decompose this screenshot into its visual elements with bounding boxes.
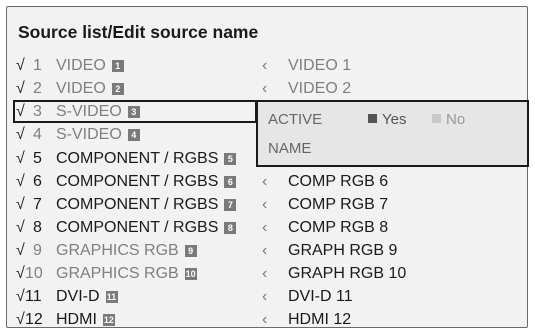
source-number: 2 — [33, 80, 42, 97]
active-check-icon: √ — [16, 242, 25, 259]
source-name-text: COMPONENT / RGBS — [56, 219, 219, 236]
source-key-badge-icon: 6 — [224, 176, 237, 188]
source-name-text: COMPONENT / RGBS — [56, 196, 219, 213]
active-check-icon: √ — [16, 311, 25, 328]
source-row-9[interactable]: √ 9 GRAPHICS RGB 9 ‹ GRAPH RGB 9 — [0, 242, 535, 264]
source-name: HDMI 12 — [56, 311, 115, 329]
source-row-8[interactable]: √ 8 COMPONENT / RGBS 8 ‹ COMP RGB 8 — [0, 219, 535, 241]
source-name: COMPONENT / RGBS 6 — [56, 173, 237, 191]
source-name-text: COMPONENT / RGBS — [56, 173, 219, 190]
source-number: 8 — [33, 219, 42, 236]
source-name: DVI-D 11 — [56, 288, 118, 306]
chevron-left-icon: ‹ — [262, 219, 268, 236]
source-name: COMPONENT / RGBS 8 — [56, 219, 237, 237]
source-name-text: GRAPHICS RGB — [56, 242, 179, 259]
source-key-badge-icon: 4 — [127, 129, 140, 141]
source-number: 6 — [33, 173, 42, 190]
source-number: 9 — [33, 242, 42, 259]
yes-label: Yes — [382, 111, 407, 128]
source-number: 12 — [25, 311, 43, 328]
source-number: 7 — [33, 196, 42, 213]
yes-radio-icon — [368, 114, 377, 123]
source-number: 5 — [33, 150, 42, 167]
source-row-12[interactable]: √ 12 HDMI 12 ‹ HDMI 12 — [0, 311, 535, 333]
source-alias: VIDEO 1 — [288, 57, 352, 74]
active-check-icon: √ — [16, 196, 25, 213]
source-name: VIDEO 1 — [56, 57, 124, 75]
source-alias: GRAPH RGB 9 — [288, 242, 398, 259]
edit-source-popup: ACTIVE Yes No NAME — [256, 100, 529, 167]
source-number: 4 — [33, 126, 42, 143]
active-check-icon: √ — [16, 265, 25, 282]
source-name-text: HDMI — [56, 311, 97, 328]
active-no-option[interactable]: No — [432, 111, 465, 128]
source-row-10[interactable]: √ 10 GRAPHICS RGB 10 ‹ GRAPH RGB 10 — [0, 265, 535, 287]
source-row-2[interactable]: √ 2 VIDEO 2 ‹ VIDEO 2 — [0, 80, 535, 102]
source-alias: VIDEO 2 — [288, 80, 352, 97]
chevron-left-icon: ‹ — [262, 265, 268, 282]
source-alias: DVI-D 11 — [288, 288, 353, 305]
source-name-text: S-VIDEO — [56, 126, 122, 143]
source-name: GRAPHICS RGB 10 — [56, 265, 197, 283]
source-name: VIDEO 2 — [56, 80, 124, 98]
source-name-text: GRAPHICS RGB — [56, 265, 179, 282]
source-row-7[interactable]: √ 7 COMPONENT / RGBS 7 ‹ COMP RGB 7 — [0, 196, 535, 218]
source-row-11[interactable]: √ 11 DVI-D 11 ‹ DVI-D 11 — [0, 288, 535, 310]
source-alias: COMP RGB 7 — [288, 196, 389, 213]
source-name-text: DVI-D — [56, 288, 100, 305]
source-key-badge-icon: 12 — [102, 314, 115, 326]
source-alias: COMP RGB 6 — [288, 173, 389, 190]
source-name: GRAPHICS RGB 9 — [56, 242, 197, 260]
selected-row-highlight — [13, 100, 257, 123]
active-check-icon: √ — [16, 80, 25, 97]
no-label: No — [446, 111, 466, 128]
source-key-badge-icon: 11 — [105, 291, 118, 303]
page-title: Source list/Edit source name — [18, 22, 259, 42]
source-row-1[interactable]: √ 1 VIDEO 1 ‹ VIDEO 1 — [0, 57, 535, 79]
source-number: 10 — [25, 265, 43, 282]
source-key-badge-icon: 10 — [184, 268, 197, 280]
source-name: S-VIDEO 4 — [56, 126, 140, 144]
no-radio-icon — [432, 114, 441, 123]
source-number: 11 — [25, 288, 42, 305]
chevron-left-icon: ‹ — [262, 80, 268, 97]
source-name: COMPONENT / RGBS 5 — [56, 150, 237, 168]
chevron-left-icon: ‹ — [262, 196, 268, 213]
active-check-icon: √ — [16, 173, 25, 190]
source-alias: GRAPH RGB 10 — [288, 265, 407, 282]
source-number: 1 — [33, 57, 42, 74]
source-key-badge-icon: 1 — [111, 60, 124, 72]
source-key-badge-icon: 2 — [111, 83, 124, 95]
source-name-text: VIDEO — [56, 80, 106, 97]
chevron-left-icon: ‹ — [262, 57, 268, 74]
active-check-icon: √ — [16, 219, 25, 236]
source-alias: HDMI 12 — [288, 311, 352, 328]
source-name-text: COMPONENT / RGBS — [56, 150, 219, 167]
chevron-left-icon: ‹ — [262, 288, 268, 305]
source-key-badge-icon: 9 — [184, 245, 197, 257]
chevron-left-icon: ‹ — [262, 173, 268, 190]
active-yes-option[interactable]: Yes — [368, 111, 406, 128]
active-label: ACTIVE — [268, 111, 323, 128]
source-alias: COMP RGB 8 — [288, 219, 389, 236]
source-key-badge-icon: 8 — [224, 222, 237, 234]
source-name-text: VIDEO — [56, 57, 106, 74]
source-name: COMPONENT / RGBS 7 — [56, 196, 237, 214]
active-check-icon: √ — [16, 126, 25, 143]
active-check-icon: √ — [16, 57, 25, 74]
source-key-badge-icon: 5 — [224, 153, 237, 165]
active-check-icon: √ — [16, 150, 25, 167]
chevron-left-icon: ‹ — [262, 311, 268, 328]
source-key-badge-icon: 7 — [224, 199, 237, 211]
chevron-left-icon: ‹ — [262, 242, 268, 259]
source-row-6[interactable]: √ 6 COMPONENT / RGBS 6 ‹ COMP RGB 6 — [0, 173, 535, 195]
name-field-label[interactable]: NAME — [268, 140, 311, 157]
active-check-icon: √ — [16, 288, 25, 305]
